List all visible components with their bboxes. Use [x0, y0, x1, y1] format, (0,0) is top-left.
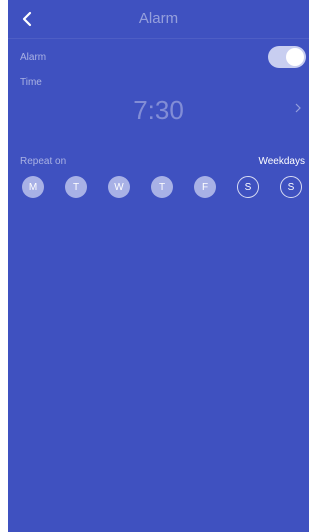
alarm-toggle[interactable] [268, 46, 306, 68]
weekday-selector: M T W T F S S [8, 176, 309, 202]
day-monday[interactable]: M [22, 176, 44, 198]
page-title: Alarm [138, 10, 179, 27]
repeat-row: Repeat on Weekdays [20, 156, 305, 170]
time-value[interactable]: 7:30 [8, 95, 309, 126]
alarm-screen: Alarm Alarm Time 7:30 Repeat on Weekdays… [8, 0, 309, 532]
day-saturday[interactable]: S [237, 176, 259, 198]
day-tuesday[interactable]: T [65, 176, 87, 198]
day-friday[interactable]: F [194, 176, 216, 198]
day-thursday[interactable]: T [151, 176, 173, 198]
time-label: Time [20, 77, 42, 88]
chevron-right-icon[interactable] [293, 101, 303, 115]
toggle-knob [286, 48, 304, 66]
repeat-value[interactable]: Weekdays [258, 156, 305, 167]
repeat-label: Repeat on [20, 156, 67, 167]
day-sunday[interactable]: S [280, 176, 302, 198]
alarm-label: Alarm [20, 52, 47, 63]
day-wednesday[interactable]: W [108, 176, 130, 198]
header-bar: Alarm [8, 0, 309, 39]
